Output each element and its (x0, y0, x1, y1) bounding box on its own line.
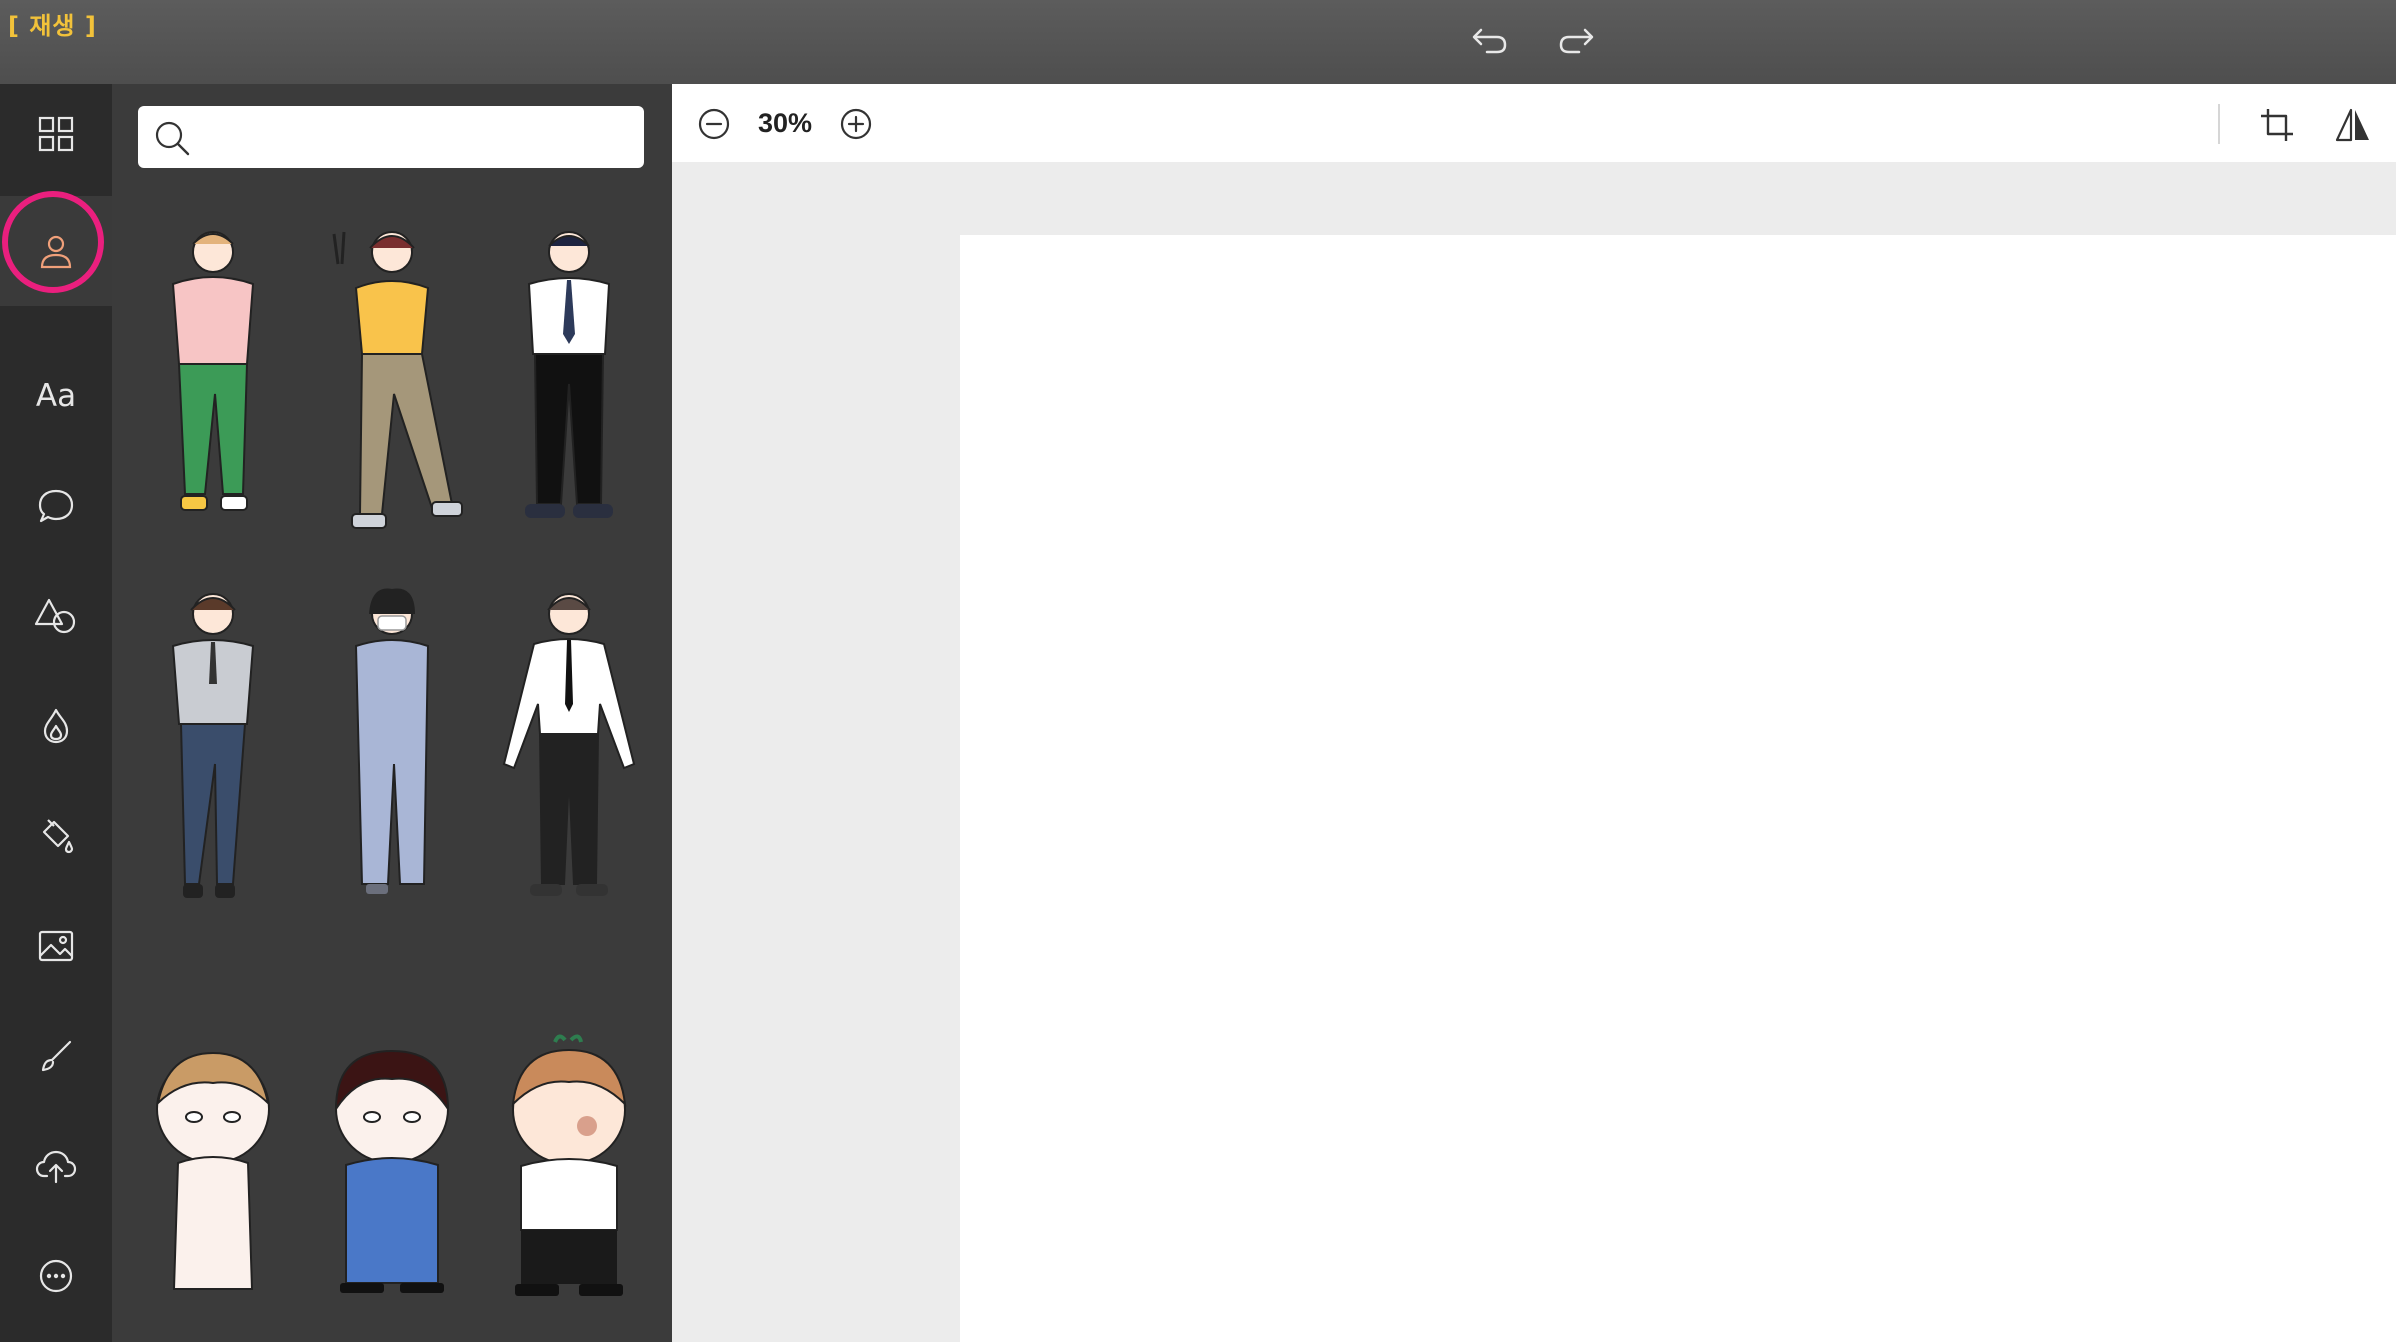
undo-icon (1472, 28, 1507, 54)
zoom-out-icon (698, 108, 730, 140)
character-masked-worker[interactable] (307, 584, 477, 914)
text-tool-label: Aa (35, 378, 77, 414)
grid-icon (38, 116, 74, 152)
rail-item-characters[interactable] (0, 196, 112, 306)
character-office-man[interactable] (484, 584, 654, 914)
character-figure-icon (354, 588, 430, 894)
flip-button[interactable] (2330, 102, 2376, 148)
zoom-in-button[interactable] (836, 104, 876, 144)
character-panel (112, 84, 672, 1342)
canvas-area: 30% (672, 84, 2396, 1342)
search-icon (155, 121, 190, 156)
character-figure-icon (171, 231, 255, 511)
zoom-level: 30% (758, 108, 813, 138)
top-bar: [ 재생 ] (0, 0, 2396, 84)
rail-item-text[interactable]: Aa (0, 346, 112, 446)
brush-icon (41, 1040, 72, 1072)
rail-item-templates[interactable] (0, 84, 112, 184)
character-figure-icon (502, 593, 636, 896)
replay-tag: [ 재생 ] (8, 12, 97, 40)
character-figure-icon (334, 1049, 450, 1293)
crop-button[interactable] (2254, 102, 2300, 148)
toolbar-divider (2218, 104, 2220, 144)
person-icon (40, 235, 72, 269)
character-figure-icon (171, 593, 255, 898)
character-chibi-blue[interactable] (307, 1004, 477, 1334)
rail-item-photos[interactable] (0, 896, 112, 996)
artboard[interactable] (960, 235, 2396, 1342)
tool-rail: Aa (0, 84, 112, 1342)
flip-horizontal-icon (2335, 108, 2369, 142)
redo-icon (1559, 28, 1594, 54)
image-icon (38, 930, 74, 962)
cloud-upload-icon (35, 1150, 77, 1184)
undo-button[interactable] (1464, 18, 1514, 62)
character-chibi-bare[interactable] (128, 1004, 298, 1334)
character-tie-student[interactable] (484, 214, 654, 544)
character-gray-uniform-officer[interactable] (128, 584, 298, 914)
rail-item-upload[interactable] (0, 1116, 112, 1216)
more-icon (39, 1259, 73, 1293)
rail-item-shapes[interactable] (0, 566, 112, 666)
search-box (138, 106, 644, 168)
redo-button[interactable] (1552, 18, 1602, 62)
character-figure-icon (332, 231, 463, 529)
character-pink-shirt-man[interactable] (128, 214, 298, 544)
rail-item-background-fill[interactable] (0, 786, 112, 886)
character-peace-sign-woman[interactable] (307, 214, 477, 544)
speech-bubble-icon (38, 489, 74, 523)
character-figure-icon (525, 231, 613, 518)
rail-item-brush[interactable] (0, 1006, 112, 1106)
paint-bucket-icon (42, 819, 74, 854)
rail-item-speech-bubble[interactable] (0, 456, 112, 556)
character-figure-icon (511, 1034, 627, 1296)
canvas-toolbar: 30% (672, 84, 2396, 162)
flame-icon (43, 708, 69, 744)
zoom-out-button[interactable] (694, 104, 734, 144)
crop-icon (2261, 109, 2293, 141)
rail-item-effects[interactable] (0, 676, 112, 776)
shapes-icon (34, 598, 76, 634)
character-figure-icon (156, 1051, 270, 1290)
search-input[interactable] (204, 116, 628, 158)
rail-item-more[interactable] (0, 1226, 112, 1326)
zoom-in-icon (840, 108, 872, 140)
character-chibi-sprout[interactable] (484, 1004, 654, 1334)
